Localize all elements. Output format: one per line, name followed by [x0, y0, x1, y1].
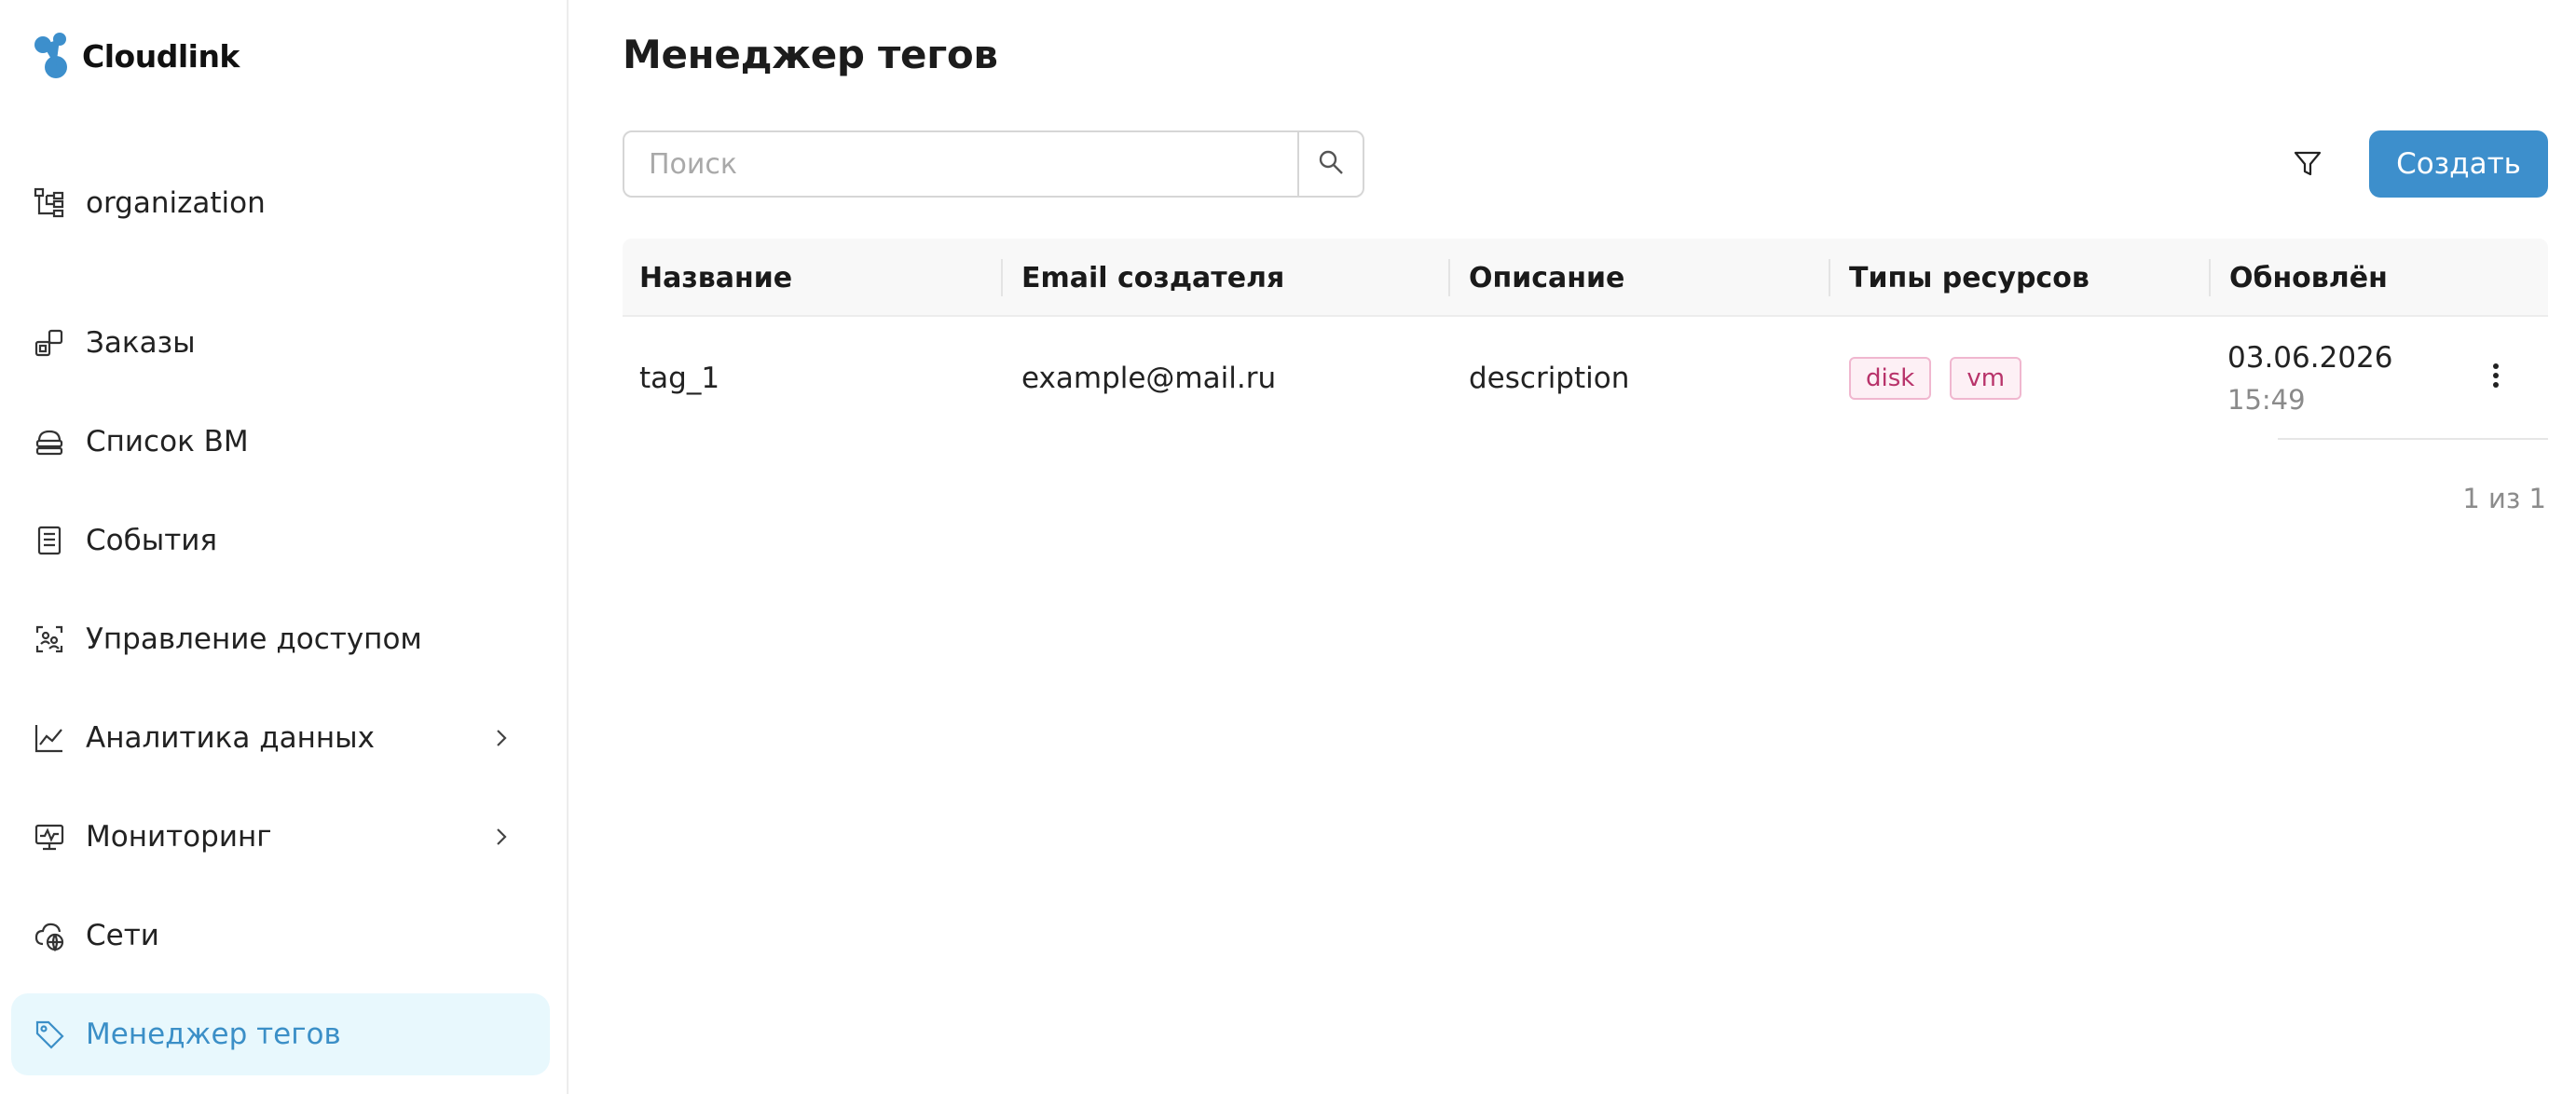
sidebar-item-vm-list[interactable]: Список ВМ — [11, 401, 550, 483]
search-button[interactable] — [1297, 132, 1363, 196]
sidebar-item-label: Аналитика данных — [86, 721, 375, 755]
column-header-resource-types[interactable]: Типы ресурсов — [1849, 239, 2090, 317]
sidebar-item-events[interactable]: События — [11, 499, 550, 581]
page-title: Менеджер тегов — [623, 32, 998, 77]
sidebar-item-organization[interactable]: organization — [11, 162, 550, 244]
orders-icon — [34, 327, 65, 359]
cell-name: tag_1 — [639, 362, 720, 395]
column-header-description[interactable]: Описание — [1469, 239, 1624, 317]
tags-table: Название Email создателя Описание Типы р… — [623, 239, 2548, 440]
table-row[interactable]: tag_1 example@mail.ru description disk v… — [623, 317, 2548, 440]
access-icon — [34, 623, 65, 655]
sidebar-item-access[interactable]: Управление доступом — [11, 598, 550, 680]
cloudlink-logo-icon — [32, 30, 73, 82]
sidebar-item-label: Сети — [86, 919, 159, 952]
resource-type-tag: vm — [1950, 357, 2022, 400]
events-icon — [34, 525, 65, 556]
cell-email: example@mail.ru — [1021, 362, 1277, 395]
column-divider — [1829, 259, 1830, 296]
sidebar-item-networks[interactable]: Сети — [11, 895, 550, 977]
updated-time: 15:49 — [2227, 384, 2306, 416]
sidebar-item-analytics[interactable]: Аналитика данных — [11, 697, 550, 779]
column-header-name[interactable]: Название — [639, 239, 792, 317]
column-header-updated[interactable]: Обновлён — [2229, 239, 2388, 317]
row-actions-button[interactable] — [2477, 354, 2514, 401]
sidebar-item-monitoring[interactable]: Мониторинг — [11, 796, 550, 878]
table-header: Название Email создателя Описание Типы р… — [623, 239, 2548, 317]
sidebar-item-label: Менеджер тегов — [86, 1018, 341, 1051]
sidebar-item-label: Заказы — [86, 326, 196, 360]
chevron-right-icon[interactable] — [488, 824, 514, 850]
more-vertical-icon — [2491, 362, 2501, 393]
row-divider — [2278, 438, 2548, 440]
cell-description: description — [1469, 362, 1630, 395]
brand-logo[interactable]: Cloudlink — [32, 30, 240, 82]
tag-icon — [34, 1019, 65, 1050]
analytics-icon — [34, 722, 65, 754]
chevron-right-icon[interactable] — [488, 725, 514, 751]
filter-icon — [2293, 149, 2323, 183]
cell-updated: 03.06.2026 15:49 — [2227, 317, 2393, 440]
networks-icon — [34, 920, 65, 951]
sidebar-item-label: Список ВМ — [86, 425, 249, 458]
main-content: Менеджер тегов Создать Название Email со… — [569, 0, 2576, 1094]
sidebar-item-label: Мониторинг — [86, 820, 272, 854]
resource-type-tag: disk — [1849, 357, 1932, 400]
sidebar-item-label: События — [86, 524, 218, 557]
column-header-email[interactable]: Email создателя — [1021, 239, 1284, 317]
column-divider — [2209, 259, 2211, 296]
vm-list-icon — [34, 426, 65, 458]
column-divider — [1001, 259, 1003, 296]
sidebar-item-label: organization — [86, 186, 266, 220]
search-input[interactable] — [624, 132, 1297, 196]
pagination-info: 1 из 1 — [2462, 483, 2546, 514]
monitoring-icon — [34, 821, 65, 853]
sidebar-item-orders[interactable]: Заказы — [11, 302, 550, 384]
cell-resource-types: disk vm — [1849, 317, 2040, 440]
column-divider — [1448, 259, 1450, 296]
brand-name: Cloudlink — [82, 37, 240, 75]
sidebar-item-tag-manager[interactable]: Менеджер тегов — [11, 993, 550, 1075]
sidebar: Cloudlink organization Заказы Список ВМ — [0, 0, 569, 1094]
create-button[interactable]: Создать — [2369, 130, 2548, 198]
search-box — [623, 130, 1364, 198]
search-icon — [1317, 148, 1345, 180]
filter-button[interactable] — [2280, 138, 2336, 194]
org-tree-icon — [34, 187, 65, 219]
updated-date: 03.06.2026 — [2227, 341, 2393, 375]
sidebar-item-label: Управление доступом — [86, 622, 422, 656]
